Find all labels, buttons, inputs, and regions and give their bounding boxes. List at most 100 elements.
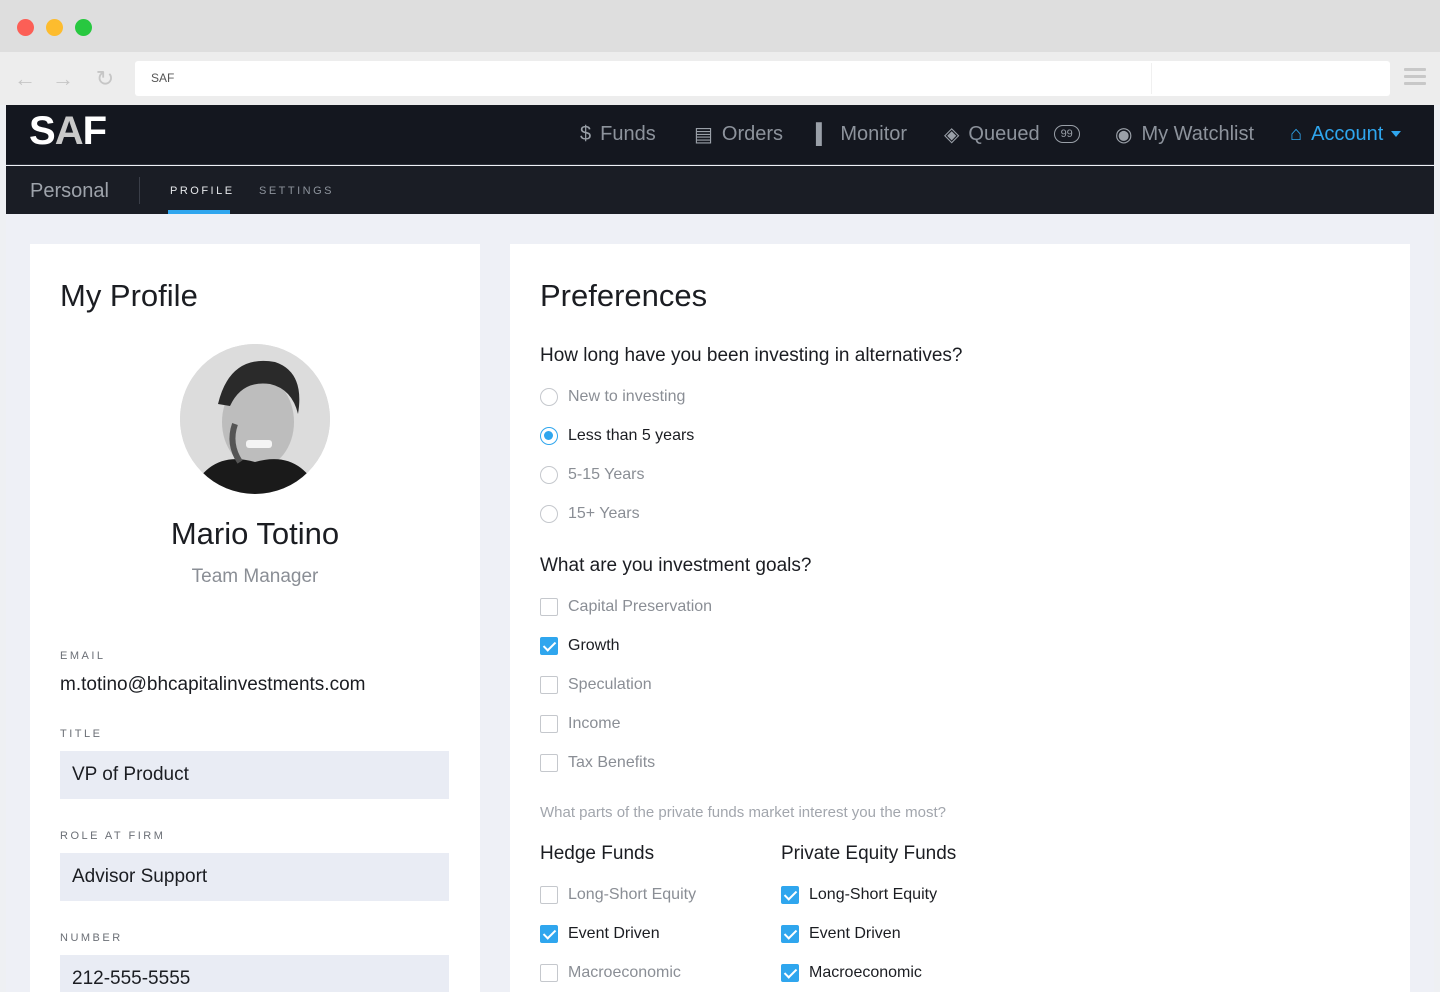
saf-logo[interactable]: SAF	[29, 109, 107, 154]
nav-funds-label: Funds	[600, 122, 656, 145]
profile-name: Mario Totino	[170, 516, 340, 551]
checkbox-option[interactable]: Macroeconomic	[781, 963, 922, 983]
checkbox[interactable]	[540, 676, 558, 694]
option-label: Long-Short Equity	[809, 886, 938, 903]
option-label: Event Driven	[568, 925, 660, 942]
forward-arrow-icon[interactable]: →	[50, 66, 76, 92]
number-field[interactable]	[60, 955, 449, 992]
email-label: EMAIL	[60, 650, 106, 662]
profile-card: My Profile Mario Totino Team Manager EMA…	[30, 244, 480, 992]
browser-menu-icon[interactable]	[1404, 68, 1426, 89]
option-label: Income	[568, 715, 621, 732]
queued-count-badge: 99	[1053, 125, 1080, 143]
checkbox[interactable]	[540, 925, 558, 943]
profile-heading: My Profile	[60, 278, 198, 313]
checkbox-option[interactable]: Event Driven	[540, 924, 660, 944]
checkbox-option[interactable]: Tax Benefits	[540, 753, 655, 773]
bar-chart-icon: ▍	[816, 123, 832, 146]
checkbox[interactable]	[540, 964, 558, 982]
checkbox[interactable]	[540, 598, 558, 616]
close-window-button[interactable]	[17, 19, 34, 36]
option-label: Speculation	[568, 676, 652, 693]
checkbox[interactable]	[540, 754, 558, 772]
profile-role: Team Manager	[191, 566, 319, 587]
option-label: Macroeconomic	[809, 964, 922, 981]
radio-button[interactable]	[540, 505, 558, 523]
dollar-icon: $	[580, 122, 592, 145]
nav-watchlist-label: My Watchlist	[1141, 122, 1255, 145]
maximize-window-button[interactable]	[75, 19, 92, 36]
radio-option[interactable]: 5-15 Years	[540, 465, 645, 485]
title-field[interactable]	[60, 751, 449, 799]
checkbox-option[interactable]: Speculation	[540, 675, 652, 695]
option-label: 5-15 Years	[568, 466, 645, 483]
chevron-down-icon	[1391, 131, 1402, 137]
window-titlebar	[0, 0, 1440, 52]
radio-option[interactable]: 15+ Years	[540, 504, 640, 524]
list-icon: ▤	[694, 123, 713, 146]
checkbox[interactable]	[540, 637, 558, 655]
role-at-firm-label: ROLE AT FIRM	[60, 830, 166, 842]
home-icon: ⌂	[1290, 122, 1303, 145]
private-equity-heading: Private Equity Funds	[781, 843, 957, 864]
option-label: Tax Benefits	[568, 754, 656, 771]
nav-funds[interactable]: $ Funds	[580, 119, 656, 149]
avatar	[180, 344, 330, 494]
minimize-window-button[interactable]	[46, 19, 63, 36]
number-label: NUMBER	[60, 932, 123, 944]
section-title: Personal	[30, 180, 109, 202]
tab-profile[interactable]: PROFILE	[170, 185, 235, 197]
address-divider	[1151, 63, 1152, 94]
eye-icon: ◉	[1115, 123, 1133, 146]
nav-orders[interactable]: ▤ Orders	[694, 119, 783, 149]
checkbox-option[interactable]: Macroeconomic	[540, 963, 681, 983]
subnav-divider	[139, 177, 140, 204]
address-bar[interactable]: SAF	[135, 61, 1390, 96]
option-label: Capital Preservation	[568, 598, 713, 615]
checkbox-option[interactable]: Capital Preservation	[540, 597, 712, 617]
radio-button[interactable]	[540, 427, 558, 445]
checkbox-option[interactable]: Growth	[540, 636, 620, 656]
option-label: Long-Short Equity	[568, 886, 697, 903]
avatar-image	[180, 344, 330, 494]
back-arrow-icon[interactable]: ←	[12, 66, 38, 92]
role-at-firm-field[interactable]	[60, 853, 449, 901]
tab-settings[interactable]: SETTINGS	[259, 185, 334, 197]
checkbox[interactable]	[781, 886, 799, 904]
checkbox-option[interactable]: Long-Short Equity	[781, 885, 937, 905]
checkbox-option[interactable]: Event Driven	[781, 924, 901, 944]
market-question: What parts of the private funds market i…	[540, 804, 947, 821]
option-label: Less than 5 years	[568, 427, 695, 444]
goals-question: What are you investment goals?	[540, 555, 812, 576]
nav-queued[interactable]: ◈ Queued 99	[944, 119, 1080, 149]
preferences-heading: Preferences	[540, 278, 708, 313]
reload-icon[interactable]: ↻	[92, 66, 118, 92]
checkbox[interactable]	[781, 964, 799, 982]
title-label: TITLE	[60, 728, 103, 740]
nav-monitor-label: Monitor	[840, 122, 908, 145]
checkbox[interactable]	[781, 925, 799, 943]
option-label: Growth	[568, 637, 620, 654]
nav-watchlist[interactable]: ◉ My Watchlist	[1115, 119, 1254, 149]
experience-question: How long have you been investing in alte…	[540, 345, 963, 366]
option-label: 15+ Years	[568, 505, 640, 522]
hedge-funds-heading: Hedge Funds	[540, 843, 655, 864]
nav-orders-label: Orders	[721, 122, 784, 145]
nav-account[interactable]: ⌂ Account	[1290, 119, 1402, 149]
checkbox[interactable]	[540, 715, 558, 733]
app: SAF $ Funds ▤ Orders ▍ Monitor ◈ Queued …	[6, 105, 1434, 992]
layers-icon: ◈	[944, 123, 960, 146]
nav-monitor[interactable]: ▍ Monitor	[816, 119, 907, 149]
radio-option[interactable]: New to investing	[540, 387, 685, 407]
active-tab-indicator	[168, 210, 230, 214]
checkbox[interactable]	[540, 886, 558, 904]
option-label: Event Driven	[809, 925, 901, 942]
checkbox-option[interactable]: Income	[540, 714, 620, 734]
preferences-card: Preferences How long have you been inves…	[510, 244, 1410, 992]
radio-option[interactable]: Less than 5 years	[540, 426, 694, 446]
nav-queued-label: Queued	[968, 122, 1040, 145]
checkbox-option[interactable]: Long-Short Equity	[540, 885, 696, 905]
radio-button[interactable]	[540, 466, 558, 484]
option-label: New to investing	[568, 388, 686, 405]
radio-button[interactable]	[540, 388, 558, 406]
